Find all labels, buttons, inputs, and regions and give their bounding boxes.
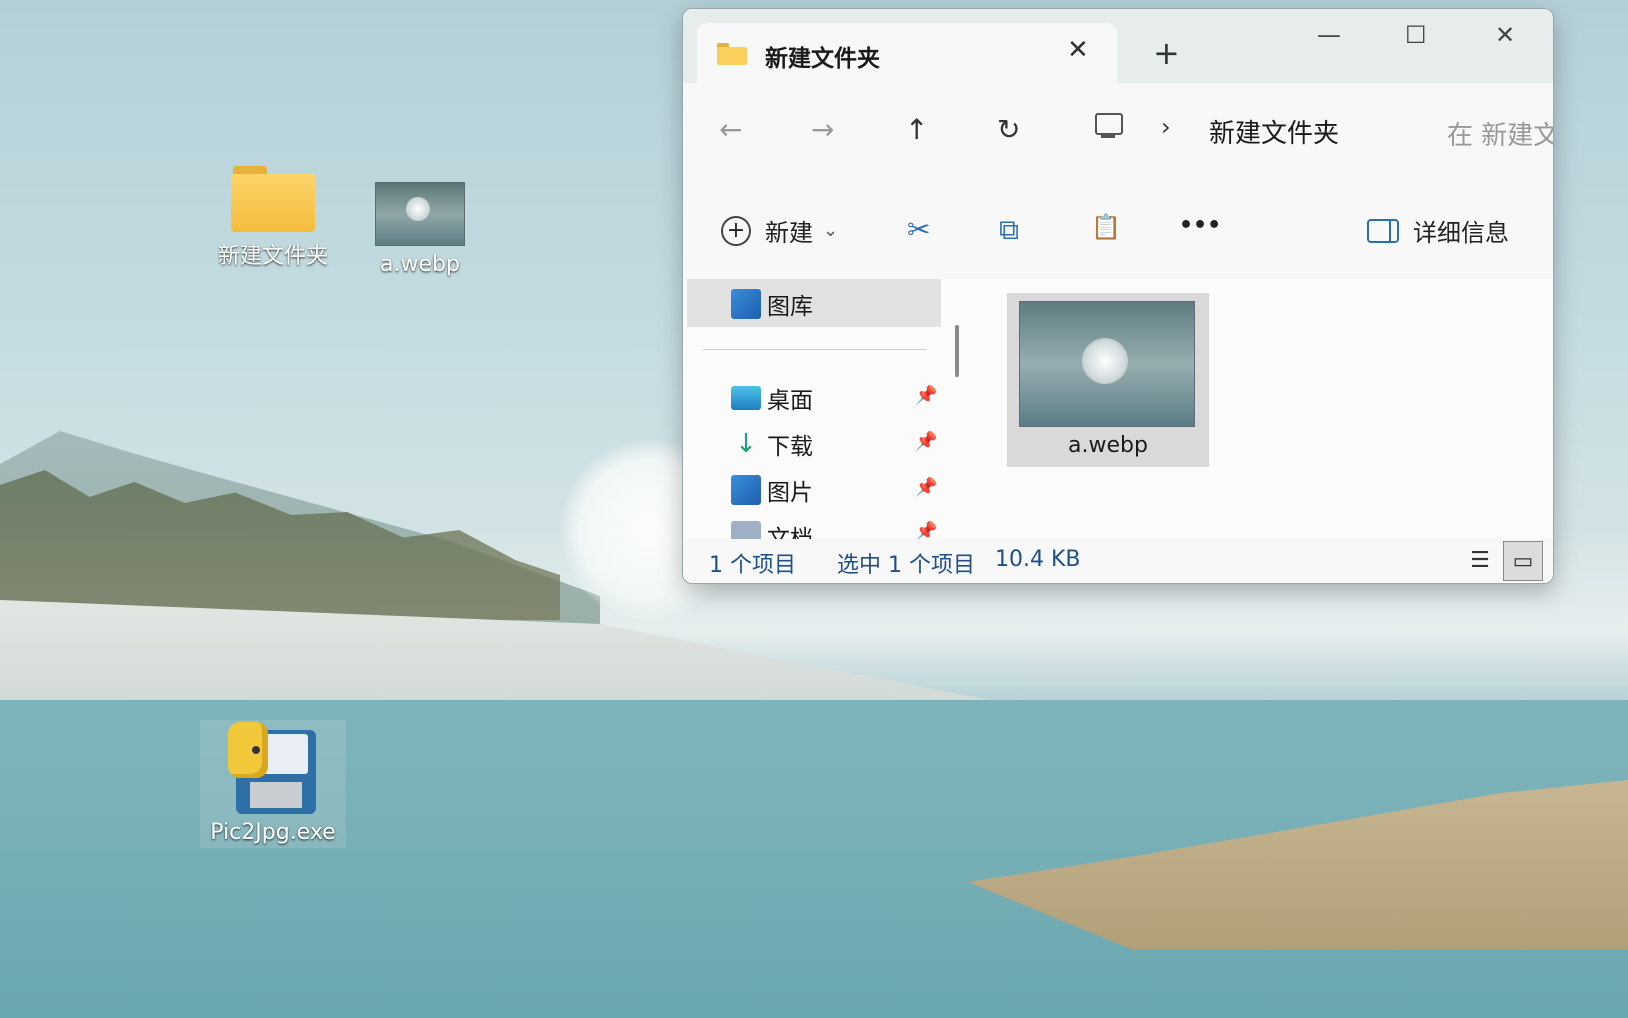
sidebar-divider (703, 349, 927, 350)
command-bar: + 新建 ⌄ ✂ ⧉ 📋 ••• 详细信息 (683, 175, 1553, 280)
download-icon: ↓ (735, 429, 757, 459)
status-bar: 1 个项目 选中 1 个项目 10.4 KB ☰ ▭ (683, 539, 1553, 583)
address-bar: ← → ↑ ↻ › 新建文件夹 在 新建文 (683, 83, 1553, 176)
maximize-button[interactable]: ☐ (1405, 21, 1427, 49)
tab-title: 新建文件夹 (765, 46, 880, 72)
this-pc-icon[interactable] (1093, 113, 1123, 138)
paste-icon[interactable]: 📋 (1091, 213, 1121, 241)
sidebar-item-label: 下载 (767, 434, 813, 460)
forward-arrow-icon[interactable]: → (811, 113, 834, 146)
cut-icon[interactable]: ✂ (907, 213, 930, 246)
desktop-icon-webp[interactable]: a.webp (370, 182, 470, 277)
up-arrow-icon[interactable]: ↑ (905, 113, 928, 146)
details-button[interactable]: 详细信息 (1367, 213, 1509, 248)
breadcrumb-chevron-icon[interactable]: › (1161, 113, 1171, 141)
back-arrow-icon[interactable]: ← (719, 113, 742, 146)
selection-size: 10.4 KB (995, 547, 1081, 572)
python-floppy-icon (228, 722, 318, 814)
search-input[interactable]: 在 新建文 (1447, 115, 1553, 152)
details-view-icon[interactable]: ☰ (1461, 541, 1499, 579)
selection-count: 选中 1 个项目 (837, 553, 975, 578)
title-bar: 新建文件夹 ✕ + — ☐ ✕ (683, 9, 1553, 85)
copy-icon[interactable]: ⧉ (999, 213, 1019, 247)
desktop-icon-folder[interactable]: 新建文件夹 (208, 166, 338, 270)
pin-icon[interactable]: 📌 (915, 385, 937, 406)
pin-icon[interactable]: 📌 (915, 431, 937, 452)
minimize-button[interactable]: — (1317, 21, 1341, 49)
sidebar-item-downloads[interactable]: ↓ 下载 (731, 427, 813, 461)
sidebar-item-label: 图库 (767, 294, 813, 320)
file-name: a.webp (1068, 433, 1148, 458)
file-item[interactable]: a.webp (1007, 293, 1209, 467)
chevron-down-icon: ⌄ (823, 220, 839, 241)
sidebar-item-gallery[interactable] (687, 279, 941, 327)
image-thumbnail-icon (1019, 301, 1195, 427)
content-area: 图库 桌面 📌 ↓ 下载 📌 图片 📌 文档 📌 a.webp (683, 279, 1553, 539)
desktop-icon-label: Pic2Jpg.exe (210, 820, 336, 845)
new-label: 新建 (765, 219, 813, 247)
sidebar-item-label: 图片 (767, 480, 813, 506)
pin-icon[interactable]: 📌 (915, 477, 937, 498)
desktop-icon-label: a.webp (380, 252, 460, 277)
sidebar-clip: 文档 📌 (683, 515, 953, 539)
sidebar-item-gallery-row[interactable]: 图库 (731, 287, 813, 321)
documents-icon (731, 521, 761, 539)
large-icons-view-icon[interactable]: ▭ (1503, 541, 1543, 581)
sidebar-scrollbar[interactable] (955, 325, 959, 377)
folder-icon (231, 166, 315, 232)
tab-active[interactable]: 新建文件夹 ✕ (697, 23, 1117, 85)
folder-icon (717, 43, 747, 65)
details-label: 详细信息 (1413, 219, 1509, 247)
sidebar-item-label: 文档 (767, 526, 813, 539)
new-button[interactable]: + 新建 ⌄ (721, 213, 838, 248)
pictures-icon (731, 475, 761, 505)
sidebar-item-label: 桌面 (767, 388, 813, 414)
pin-icon[interactable]: 📌 (915, 521, 937, 539)
desktop-icon (731, 386, 761, 410)
desktop-icon-label: 新建文件夹 (217, 244, 328, 269)
sidebar-item-documents[interactable]: 文档 (731, 519, 813, 539)
file-explorer-window: 新建文件夹 ✕ + — ☐ ✕ ← → ↑ ↻ › 新建文件夹 在 新建文 + … (682, 8, 1554, 584)
image-thumbnail-icon (375, 182, 465, 246)
item-count: 1 个项目 (709, 553, 796, 578)
details-pane-icon (1367, 218, 1399, 243)
tab-close-icon[interactable]: ✕ (1067, 35, 1089, 65)
refresh-icon[interactable]: ↻ (997, 113, 1020, 146)
more-options-icon[interactable]: ••• (1179, 213, 1221, 238)
close-button[interactable]: ✕ (1495, 21, 1515, 49)
add-circle-icon: + (721, 215, 751, 246)
new-tab-button[interactable]: + (1153, 37, 1180, 69)
sidebar-item-pictures[interactable]: 图片 (731, 473, 813, 507)
gallery-icon (731, 289, 761, 319)
sidebar-item-desktop[interactable]: 桌面 (731, 381, 813, 415)
breadcrumb[interactable]: 新建文件夹 (1209, 113, 1339, 150)
desktop-icon-exe[interactable]: Pic2Jpg.exe (206, 722, 340, 845)
